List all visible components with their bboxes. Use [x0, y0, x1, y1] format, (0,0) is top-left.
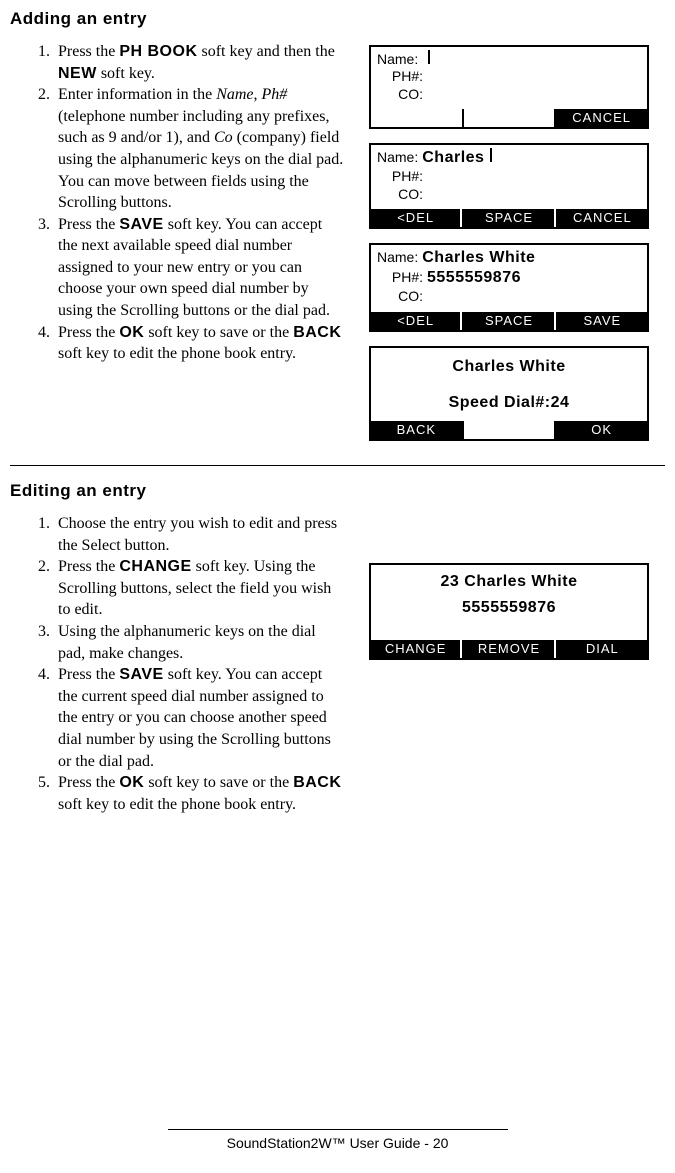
softkey-dial[interactable]: DIAL — [556, 640, 647, 658]
lcd-speed-dial: Speed Dial#:24 — [377, 390, 641, 416]
softkey-save[interactable]: SAVE — [556, 312, 647, 330]
step-2: Enter information in the Name, Ph# (tele… — [54, 84, 345, 214]
softkey-del[interactable]: <DEL — [371, 209, 460, 227]
softkey-del[interactable]: <DEL — [371, 312, 460, 330]
softkey-ok[interactable]: OK — [554, 421, 647, 439]
lcd-entry-header: 23 Charles White — [377, 569, 641, 595]
softkey-back[interactable]: BACK — [371, 421, 462, 439]
softkey-remove[interactable]: REMOVE — [462, 640, 553, 658]
lcd-screen-full-entry: Name:Charles White PH#:5555559876 CO: <D… — [369, 243, 649, 332]
cursor-icon — [490, 148, 492, 162]
editing-steps: Choose the entry you wish to edit and pr… — [10, 513, 345, 815]
page-footer: SoundStation2W™ User Guide - 20 — [0, 1129, 675, 1153]
edit-step-3: Using the alphanumeric keys on the dial … — [54, 621, 345, 664]
step-1: Press the PH BOOK soft key and then the … — [54, 41, 345, 84]
step-3: Press the SAVE soft key. You can accept … — [54, 214, 345, 322]
lcd-co-label: CO: — [377, 86, 423, 104]
softkey-blank — [462, 421, 555, 439]
lcd-screen-name-entry: Name:Charles PH#: CO: <DEL SPACE CANCEL — [369, 143, 649, 229]
cursor-icon — [428, 50, 430, 64]
edit-step-5: Press the OK soft key to save or the BAC… — [54, 772, 345, 815]
softkey-space[interactable]: SPACE — [462, 312, 553, 330]
edit-step-4: Press the SAVE soft key. You can accept … — [54, 664, 345, 772]
lcd-ph-label: PH#: — [377, 68, 423, 86]
softkey-cancel[interactable]: CANCEL — [554, 109, 647, 127]
softkey-change[interactable]: CHANGE — [371, 640, 460, 658]
softkey-blank — [371, 109, 462, 127]
adding-steps: Press the PH BOOK soft key and then the … — [10, 41, 345, 365]
lcd-entry-number: 5555559876 — [377, 595, 641, 621]
softkey-space[interactable]: SPACE — [462, 209, 553, 227]
lcd-screen-speed-dial: Charles White Speed Dial#:24 BACK OK — [369, 346, 649, 441]
lcd-screen-view-entry: 23 Charles White 5555559876 CHANGE REMOV… — [369, 563, 649, 660]
lcd-name-value: Charles White — [422, 248, 535, 268]
step-4: Press the OK soft key to save or the BAC… — [54, 322, 345, 365]
section-title-editing: Editing an entry — [10, 480, 665, 503]
footer-text: SoundStation2W™ User Guide - 20 — [0, 1134, 675, 1153]
lcd-name-label: Name: — [377, 51, 418, 69]
softkey-cancel[interactable]: CANCEL — [556, 209, 647, 227]
softkey-blank — [462, 109, 555, 127]
lcd-screen-blank-entry: Name: PH#: CO: CANCEL — [369, 45, 649, 130]
section-divider — [10, 465, 665, 466]
lcd-ph-value: 5555559876 — [427, 268, 521, 288]
lcd-name-value: Charles — [422, 148, 484, 168]
lcd-entry-name: Charles White — [377, 354, 641, 380]
edit-step-1: Choose the entry you wish to edit and pr… — [54, 513, 345, 556]
footer-rule — [168, 1129, 508, 1130]
edit-step-2: Press the CHANGE soft key. Using the Scr… — [54, 556, 345, 621]
section-title-adding: Adding an entry — [10, 8, 665, 31]
